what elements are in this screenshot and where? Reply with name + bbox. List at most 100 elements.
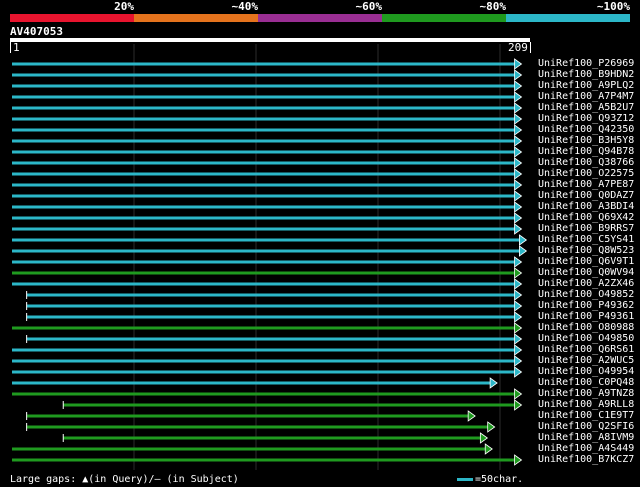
hit-label[interactable]: UniRef100_Q0WV94 <box>538 267 634 278</box>
hit-bar[interactable] <box>12 139 516 143</box>
hit-end-arrow <box>467 410 476 422</box>
hit-label[interactable]: UniRef100_C1E9T7 <box>538 410 634 421</box>
hit-label[interactable]: UniRef100_O49850 <box>538 333 634 344</box>
hit-bar[interactable] <box>12 271 516 275</box>
hit-bar[interactable] <box>12 326 516 330</box>
hit-label[interactable]: UniRef100_B3H5Y8 <box>538 135 634 146</box>
hit-label[interactable]: UniRef100_A3BDI4 <box>538 201 634 212</box>
hit-end-arrow <box>519 245 528 257</box>
hit-end-arrow <box>514 135 523 147</box>
hit-bar[interactable] <box>12 249 521 253</box>
hit-bar[interactable] <box>12 227 516 231</box>
hit-label[interactable]: UniRef100_C5YS41 <box>538 234 634 245</box>
hit-end-arrow <box>514 146 523 158</box>
hit-bar[interactable] <box>12 458 516 462</box>
hit-label[interactable]: UniRef100_O80988 <box>538 322 634 333</box>
hit-bar[interactable] <box>26 315 516 319</box>
scale-swatch <box>457 477 473 481</box>
hit-bar[interactable] <box>26 304 516 308</box>
hit-end-arrow <box>479 432 489 444</box>
hit-bar[interactable] <box>12 183 516 187</box>
hit-label[interactable]: UniRef100_Q93Z12 <box>538 113 634 124</box>
hit-bar[interactable] <box>26 414 470 418</box>
hit-end-arrow <box>514 300 523 312</box>
hit-bar[interactable] <box>12 359 516 363</box>
hit-label[interactable]: UniRef100_A9RLL8 <box>538 399 634 410</box>
hit-bar[interactable] <box>26 337 516 341</box>
gaps-legend: Large gaps: ▲(in Query)/— (in Subject) <box>10 474 239 485</box>
hit-label[interactable]: UniRef100_O49954 <box>538 366 634 377</box>
hit-label[interactable]: UniRef100_C0PQ48 <box>538 377 634 388</box>
hit-label[interactable]: UniRef100_O22575 <box>538 168 634 179</box>
hit-bar[interactable] <box>12 172 516 176</box>
hit-label[interactable]: UniRef100_P26969 <box>538 58 634 69</box>
hit-bar[interactable] <box>12 381 492 385</box>
hit-label[interactable]: UniRef100_Q8W523 <box>538 245 634 256</box>
hit-bar[interactable] <box>12 117 516 121</box>
hit-label[interactable]: UniRef100_Q42350 <box>538 124 634 135</box>
hit-end-arrow <box>514 355 523 367</box>
hit-bar[interactable] <box>12 150 516 154</box>
hit-bar[interactable] <box>12 238 521 242</box>
hit-end-arrow <box>489 377 498 389</box>
hit-end-arrow <box>514 454 523 466</box>
hit-bar[interactable] <box>12 348 516 352</box>
hit-label[interactable]: UniRef100_A2ZX46 <box>538 278 634 289</box>
hit-end-arrow <box>514 278 523 290</box>
hit-label[interactable]: UniRef100_O49852 <box>538 289 634 300</box>
hit-end-arrow <box>514 311 523 323</box>
hit-bar[interactable] <box>12 447 487 451</box>
hit-end-arrow <box>514 399 523 411</box>
hit-bar[interactable] <box>12 205 516 209</box>
hit-bar[interactable] <box>12 95 516 99</box>
hit-label[interactable]: UniRef100_A7PE87 <box>538 179 634 190</box>
hit-bar[interactable] <box>12 106 516 110</box>
hit-bar[interactable] <box>12 370 516 374</box>
hit-label[interactable]: UniRef100_Q6RS61 <box>538 344 634 355</box>
hit-bar[interactable] <box>12 260 516 264</box>
hit-bar[interactable] <box>12 194 516 198</box>
hit-label[interactable]: UniRef100_A9TNZ8 <box>538 388 634 399</box>
hit-bar[interactable] <box>12 216 516 220</box>
hit-bar[interactable] <box>12 84 516 88</box>
hit-end-arrow <box>514 91 523 103</box>
hit-label[interactable]: UniRef100_Q2SFI6 <box>538 421 634 432</box>
hit-label[interactable]: UniRef100_P49362 <box>538 300 634 311</box>
hit-label[interactable]: UniRef100_B7KCZ7 <box>538 454 634 465</box>
hit-end-arrow <box>514 124 523 136</box>
hit-bar[interactable] <box>12 73 516 77</box>
scale-legend-text: =50char. <box>475 474 524 485</box>
hit-bar[interactable] <box>12 62 516 66</box>
hit-bar[interactable] <box>12 128 516 132</box>
hit-label[interactable]: UniRef100_B9RRS7 <box>538 223 634 234</box>
hit-end-arrow <box>484 443 493 455</box>
hit-bar[interactable] <box>26 293 516 297</box>
hit-end-arrow <box>514 190 523 202</box>
hit-label[interactable]: UniRef100_Q69X42 <box>538 212 634 223</box>
hit-end-arrow <box>514 366 523 378</box>
hit-end-arrow <box>514 168 523 180</box>
hit-end-arrow <box>514 344 523 356</box>
hit-label[interactable]: UniRef100_A7P4M7 <box>538 91 634 102</box>
hit-label[interactable]: UniRef100_A4S449 <box>538 443 634 454</box>
hit-label[interactable]: UniRef100_Q6V9T1 <box>538 256 634 267</box>
hit-end-arrow <box>514 179 523 191</box>
hit-label[interactable]: UniRef100_A5B2U7 <box>538 102 634 113</box>
hit-label[interactable]: UniRef100_Q94B78 <box>538 146 634 157</box>
hit-label[interactable]: UniRef100_A2WUC5 <box>538 355 634 366</box>
hit-end-arrow <box>519 234 528 246</box>
hit-bar[interactable] <box>12 161 516 165</box>
hit-bar[interactable] <box>63 436 482 440</box>
hit-end-arrow <box>514 113 523 125</box>
hit-bar[interactable] <box>12 282 516 286</box>
hit-end-arrow <box>514 80 523 92</box>
hit-label[interactable]: UniRef100_A8IVM9 <box>538 432 634 443</box>
hit-label[interactable]: UniRef100_A9PLQ2 <box>538 80 634 91</box>
hit-bar[interactable] <box>12 392 516 396</box>
hit-bar[interactable] <box>63 403 516 407</box>
hit-label[interactable]: UniRef100_Q38766 <box>538 157 634 168</box>
hit-label[interactable]: UniRef100_B9HDN2 <box>538 69 634 80</box>
hit-label[interactable]: UniRef100_P49361 <box>538 311 634 322</box>
hit-label[interactable]: UniRef100_Q0DAZ7 <box>538 190 634 201</box>
hit-bar[interactable] <box>26 425 489 429</box>
